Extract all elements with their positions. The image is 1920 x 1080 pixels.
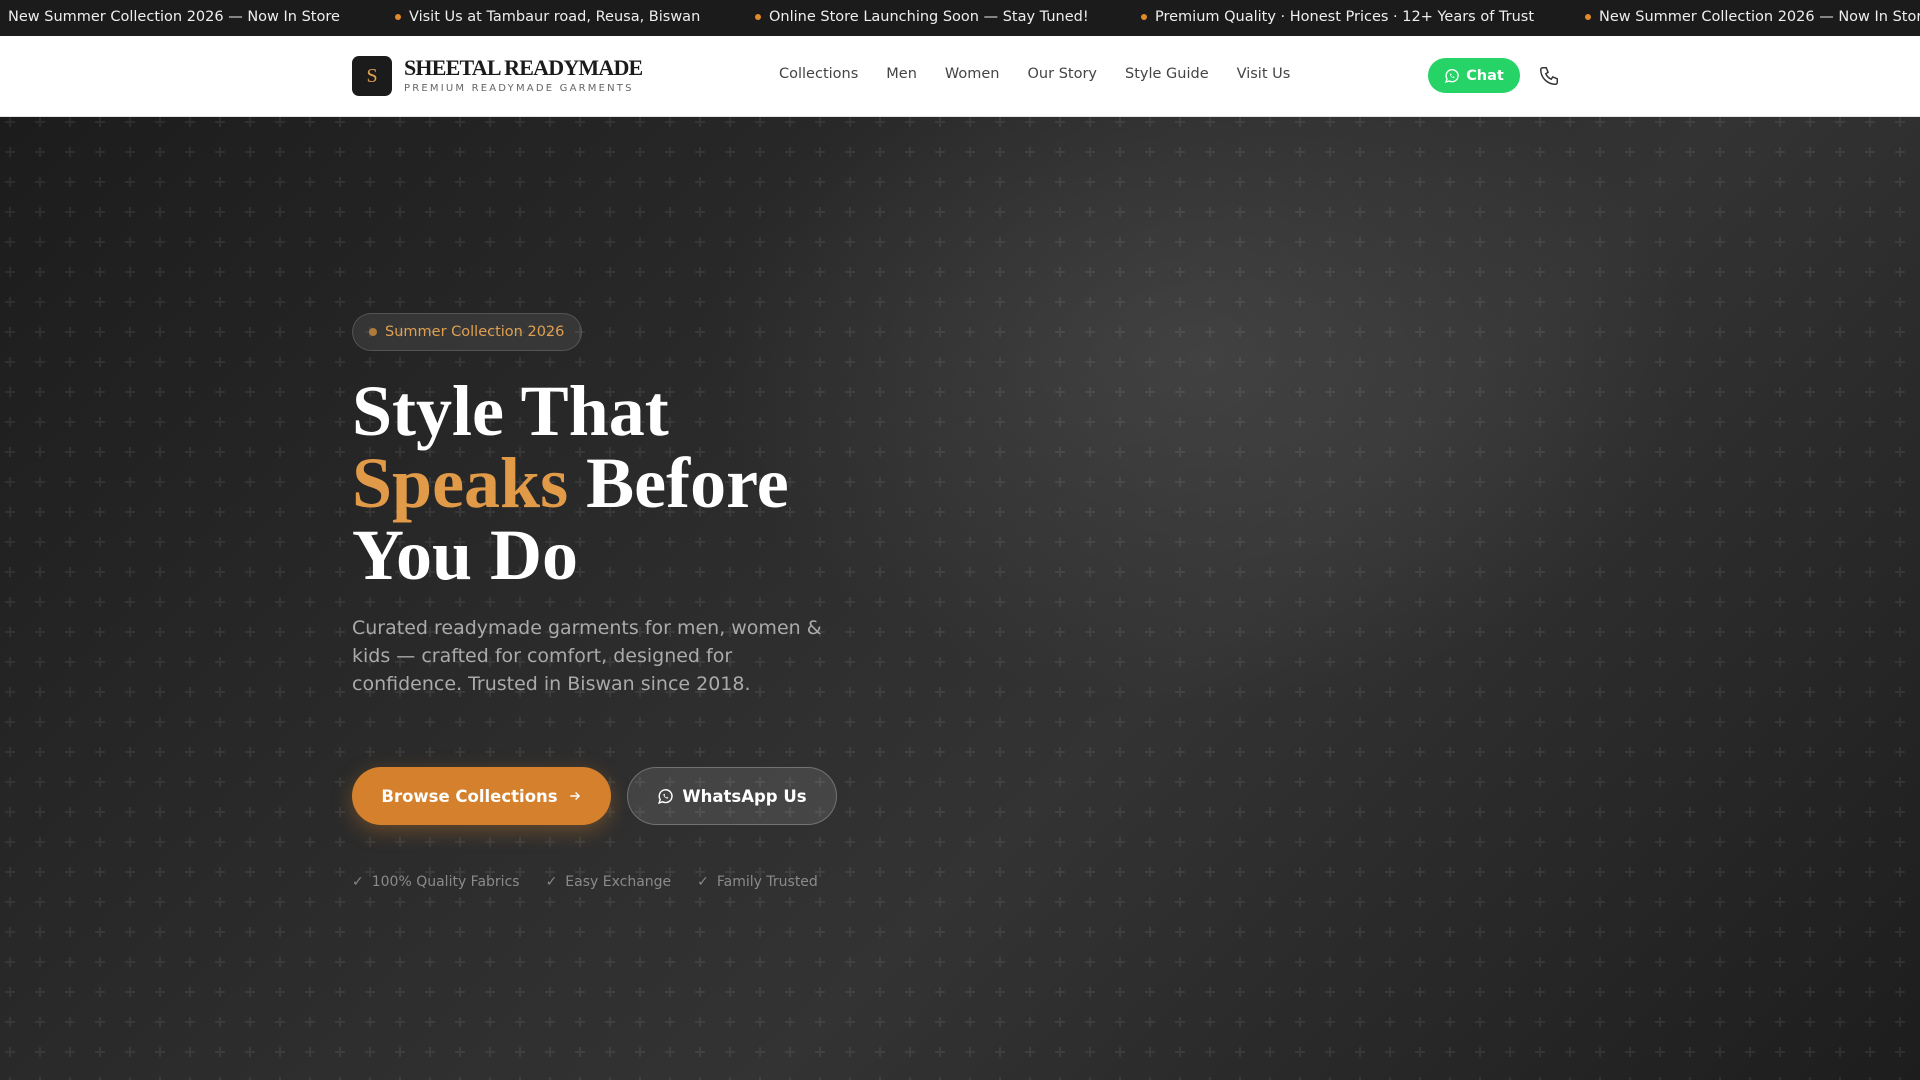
nav-style-guide[interactable]: Style Guide xyxy=(1125,66,1209,82)
feature-text: Easy Exchange xyxy=(565,874,672,890)
check-icon: ✓ xyxy=(352,874,364,890)
nav-collections[interactable]: Collections xyxy=(779,66,858,82)
feature-item: ✓ Family Trusted xyxy=(697,874,818,890)
check-icon: ✓ xyxy=(545,874,558,890)
hero-description: Curated readymade garments for men, wome… xyxy=(352,617,822,695)
feature-text: 100% Quality Fabrics xyxy=(371,874,520,890)
plus-pattern xyxy=(0,117,1920,1080)
ticker-item: New Summer Collection 2026 — Now In Stor… xyxy=(0,9,340,25)
ticker-item: Online Store Launching Soon — Stay Tuned… xyxy=(755,9,1089,25)
announcement-ticker: New Summer Collection 2026 — Now In Stor… xyxy=(0,0,1920,36)
bullet-icon xyxy=(1585,14,1591,20)
nav-men[interactable]: Men xyxy=(886,66,917,82)
ticker-text: Visit Us at Tambaur road, Reusa, Biswan xyxy=(409,9,701,25)
feature-item: ✓ Easy Exchange xyxy=(546,874,672,890)
brand-tagline: PREMIUM READYMADE GARMENTS xyxy=(404,83,634,94)
arrow-right-icon xyxy=(569,791,580,801)
title-line-2: Before xyxy=(568,443,789,523)
logo-letter: S xyxy=(366,64,378,87)
browse-label: Browse Collections xyxy=(381,786,558,806)
feature-item: ✓ 100% Quality Fabrics xyxy=(352,874,520,890)
ticker-item: Visit Us at Tambaur road, Reusa, Biswan xyxy=(395,9,700,25)
feature-list: ✓ 100% Quality Fabrics ✓ Easy Exchange ✓ Fa… xyxy=(352,874,818,890)
chat-button[interactable]: Chat xyxy=(1428,58,1520,93)
feature-text: Family Trusted xyxy=(716,874,818,890)
browse-collections-button[interactable]: Browse Collections xyxy=(352,767,611,825)
whatsapp-label: WhatsApp Us xyxy=(682,786,807,806)
title-line-1: Style That xyxy=(352,371,669,451)
brand[interactable]: SHEETAL READYMADE PREMIUM READYMADE GARM… xyxy=(404,55,643,95)
whatsapp-us-button[interactable]: WhatsApp Us xyxy=(627,767,837,825)
ticker-text: New Summer Collection 2026 — Now In Stor… xyxy=(8,9,340,25)
ticker-item: New Summer Collection 2026 — Now In Stor… xyxy=(1585,9,1920,25)
badge-text: Summer Collection 2026 xyxy=(385,324,565,340)
check-icon: ✓ xyxy=(697,874,709,890)
collection-badge: Summer Collection 2026 xyxy=(352,313,583,351)
bullet-icon xyxy=(395,14,401,20)
bullet-icon xyxy=(755,14,761,20)
ticker-text: Online Store Launching Soon — Stay Tuned… xyxy=(769,9,1089,25)
logo[interactable]: S xyxy=(352,56,392,96)
main-nav: Collections Men Women Our Story Style Gu… xyxy=(779,66,1290,82)
site-header: S SHEETAL READYMADE PREMIUM READYMADE GA… xyxy=(0,36,1920,117)
nav-visit-us[interactable]: Visit Us xyxy=(1237,66,1291,82)
badge-dot-icon xyxy=(369,328,377,336)
hero-section: Summer Collection 2026 Style That Speaks… xyxy=(0,117,1920,1080)
ticker-item: Premium Quality · Honest Prices · 12+ Ye… xyxy=(1141,9,1534,25)
hero-title: Style That Speaks Before You Do xyxy=(352,375,872,591)
nav-women[interactable]: Women xyxy=(945,66,1000,82)
whatsapp-icon xyxy=(1445,68,1459,83)
title-accent: Speaks xyxy=(352,443,569,523)
phone-icon[interactable] xyxy=(1538,65,1560,87)
chat-label: Chat xyxy=(1466,67,1504,84)
bullet-icon xyxy=(1141,14,1147,20)
nav-our-story[interactable]: Our Story xyxy=(1028,66,1097,82)
brand-name: SHEETAL READYMADE xyxy=(404,55,643,80)
ticker-text: New Summer Collection 2026 — Now In Stor… xyxy=(1599,9,1920,25)
whatsapp-icon xyxy=(658,788,674,804)
ticker-text: Premium Quality · Honest Prices · 12+ Ye… xyxy=(1155,9,1535,25)
title-line-3: You Do xyxy=(352,515,579,595)
